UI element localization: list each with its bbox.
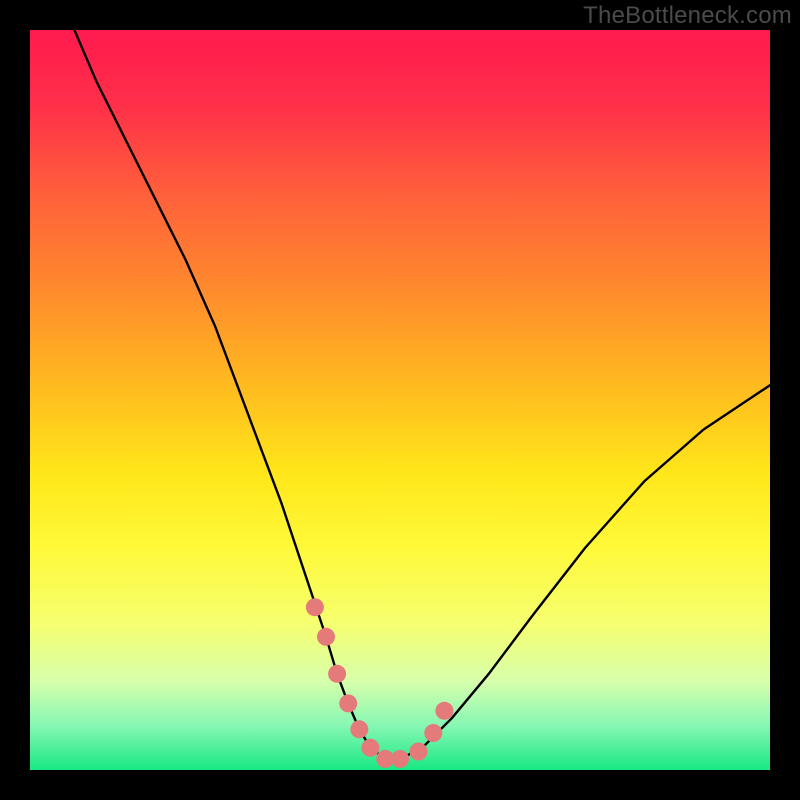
watermark-label: TheBottleneck.com [583, 2, 792, 30]
optimal-marker [361, 739, 379, 757]
optimal-marker [435, 702, 453, 720]
chart-container: TheBottleneck.com [0, 0, 800, 800]
bottleneck-chart [0, 0, 800, 800]
optimal-marker [391, 750, 409, 768]
optimal-marker [328, 665, 346, 683]
optimal-marker [424, 724, 442, 742]
optimal-marker [317, 628, 335, 646]
optimal-marker [350, 720, 368, 738]
optimal-marker [339, 694, 357, 712]
optimal-marker [410, 743, 428, 761]
plot-background [30, 30, 770, 770]
optimal-marker [306, 598, 324, 616]
